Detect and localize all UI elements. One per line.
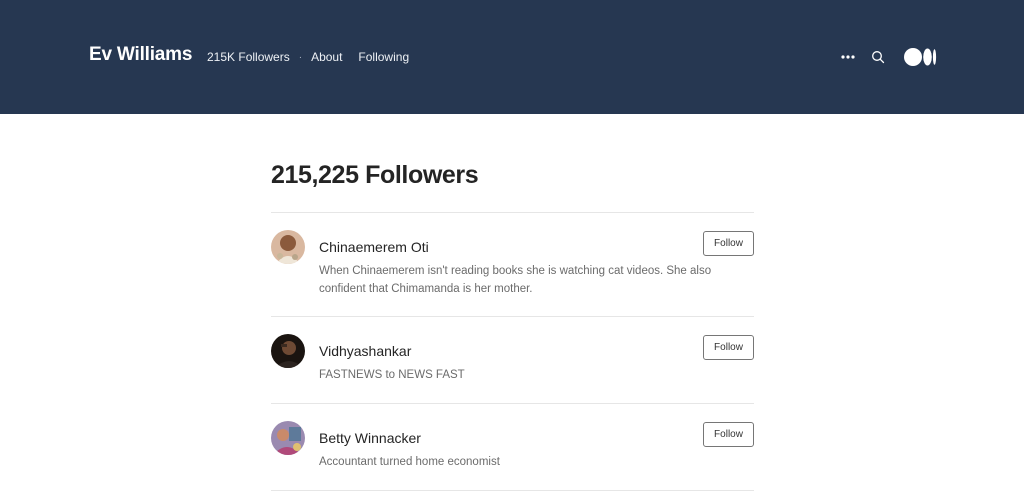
nav-following-link[interactable]: Following <box>358 50 409 64</box>
followers-section: 215,225 Followers Chinaemerem Oti When C… <box>271 140 754 491</box>
avatar[interactable] <box>271 421 305 455</box>
follow-button[interactable]: Follow <box>703 422 754 447</box>
author-name-link[interactable]: Ev Williams <box>89 44 192 66</box>
page-title: 215,225 Followers <box>271 161 479 189</box>
follower-bio: Accountant turned home economist <box>319 456 500 468</box>
follower-bio: When Chinaemerem isn't reading books she… <box>319 265 712 295</box>
profile-nav: 215K Followers · About Following <box>207 50 409 64</box>
follower-name[interactable]: Betty Winnacker <box>319 430 421 446</box>
nav-separator: · <box>298 51 303 63</box>
nav-followers-link[interactable]: 215K Followers <box>207 50 290 64</box>
follower-row: Vidhyashankar FASTNEWS to NEWS FAST Foll… <box>271 317 754 404</box>
avatar[interactable] <box>271 230 305 264</box>
nav-about-link[interactable]: About <box>311 50 342 64</box>
follow-button[interactable]: Follow <box>703 335 754 360</box>
profile-header: Ev Williams 215K Followers · About Follo… <box>0 0 1024 114</box>
avatar[interactable] <box>271 334 305 368</box>
medium-logo-icon[interactable] <box>903 47 937 67</box>
follower-row: Betty Winnacker Accountant turned home e… <box>271 404 754 491</box>
follower-name[interactable]: Chinaemerem Oti <box>319 239 429 255</box>
more-icon[interactable] <box>838 49 858 65</box>
follower-bio: FASTNEWS to NEWS FAST <box>319 369 465 381</box>
follow-button[interactable]: Follow <box>703 231 754 256</box>
follower-name[interactable]: Vidhyashankar <box>319 343 411 359</box>
search-icon[interactable] <box>870 49 886 65</box>
follower-row: Chinaemerem Oti When Chinaemerem isn't r… <box>271 213 754 317</box>
